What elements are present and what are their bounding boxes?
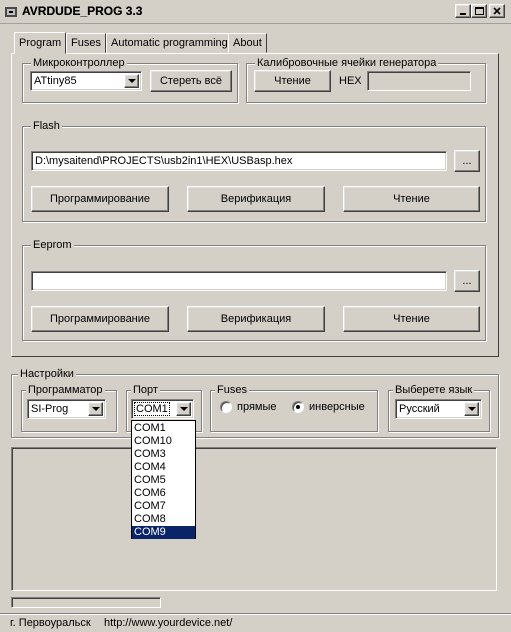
microcontroller-select[interactable]: ATtiny85 xyxy=(30,71,142,91)
log-area[interactable] xyxy=(11,447,497,591)
fuses-inverse-label: инверсные xyxy=(309,401,365,413)
status-bar: г. Первоуральск http://www.yourdevice.ne… xyxy=(0,613,511,632)
status-city: г. Первоуральск xyxy=(10,617,91,629)
tab-about[interactable]: About xyxy=(228,33,267,53)
eeprom-browse-button[interactable]: ... xyxy=(454,270,480,292)
port-option[interactable]: COM4 xyxy=(132,461,195,474)
port-option[interactable]: COM3 xyxy=(132,448,195,461)
hex-label: HEX xyxy=(339,75,362,87)
close-button[interactable] xyxy=(489,4,505,18)
fuses-inverse-radio[interactable]: инверсные xyxy=(292,401,365,413)
chevron-down-icon[interactable] xyxy=(176,402,191,416)
port-option[interactable]: COM10 xyxy=(132,435,195,448)
chevron-down-icon[interactable] xyxy=(464,402,479,416)
erase-all-button[interactable]: Стереть всё xyxy=(150,70,232,92)
close-icon xyxy=(493,7,501,15)
flash-browse-button[interactable]: ... xyxy=(454,150,480,172)
language-value: Русский xyxy=(399,403,440,415)
port-dropdown-list[interactable]: COM1 COM10 COM3 COM4 COM5 COM6 COM7 COM8 COM9 xyxy=(131,420,196,539)
window-title: AVRDUDE_PROG 3.3 xyxy=(22,4,143,18)
status-url[interactable]: http://www.yourdevice.net/ xyxy=(104,617,232,629)
flash-path-input[interactable]: D:\mysaitend\PROJECTS\usb2in1\HEX\USBasp… xyxy=(31,151,447,171)
port-legend: Порт xyxy=(131,383,160,397)
flash-verify-button[interactable]: Верификация xyxy=(187,186,325,212)
calibration-read-button[interactable]: Чтение xyxy=(254,70,331,92)
tab-program[interactable]: Program xyxy=(14,32,67,54)
flash-legend: Flash xyxy=(31,119,62,133)
eeprom-legend: Eeprom xyxy=(31,238,74,252)
language-select[interactable]: Русский xyxy=(395,399,482,419)
progress-bar xyxy=(11,597,161,608)
port-option[interactable]: COM1 xyxy=(132,422,195,435)
fuses-direct-radio[interactable]: прямые xyxy=(220,401,277,413)
minimize-icon xyxy=(460,13,466,15)
tab-automatic-programming[interactable]: Automatic programming xyxy=(106,33,233,53)
calibration-legend: Калибровочные ячейки генератора xyxy=(255,56,439,70)
programmer-select[interactable]: SI-Prog xyxy=(27,399,106,419)
port-option[interactable]: COM7 xyxy=(132,500,195,513)
eeprom-path-input[interactable] xyxy=(31,271,447,291)
port-select[interactable]: COM1 xyxy=(131,399,194,419)
hex-field[interactable] xyxy=(367,71,471,91)
fuses-legend: Fuses xyxy=(215,383,249,397)
radio-selected-icon xyxy=(292,401,304,413)
maximize-icon xyxy=(475,7,484,15)
minimize-button[interactable] xyxy=(455,4,471,18)
title-bar: AVRDUDE_PROG 3.3 xyxy=(0,0,511,24)
maximize-button[interactable] xyxy=(471,4,487,18)
chevron-down-icon[interactable] xyxy=(88,402,103,416)
programmer-legend: Программатор xyxy=(26,383,105,397)
tab-fuses[interactable]: Fuses xyxy=(66,33,106,53)
port-option[interactable]: COM9 xyxy=(132,526,195,539)
microcontroller-value: ATtiny85 xyxy=(34,75,77,87)
microcontroller-legend: Микроконтроллер xyxy=(31,56,127,70)
port-option[interactable]: COM5 xyxy=(132,474,195,487)
radio-icon xyxy=(220,401,232,413)
port-option[interactable]: COM8 xyxy=(132,513,195,526)
eeprom-verify-button[interactable]: Верификация xyxy=(187,306,325,332)
app-icon xyxy=(4,5,18,19)
eeprom-read-button[interactable]: Чтение xyxy=(343,306,480,332)
programmer-value: SI-Prog xyxy=(31,403,69,415)
chevron-down-icon[interactable] xyxy=(124,74,139,88)
language-legend: Выберете язык xyxy=(393,383,475,397)
flash-program-button[interactable]: Программирование xyxy=(31,186,169,212)
port-option[interactable]: COM6 xyxy=(132,487,195,500)
settings-legend: Настройки xyxy=(18,367,76,381)
flash-read-button[interactable]: Чтение xyxy=(343,186,480,212)
port-value: COM1 xyxy=(134,402,170,416)
fuses-direct-label: прямые xyxy=(237,401,277,413)
eeprom-program-button[interactable]: Программирование xyxy=(31,306,169,332)
